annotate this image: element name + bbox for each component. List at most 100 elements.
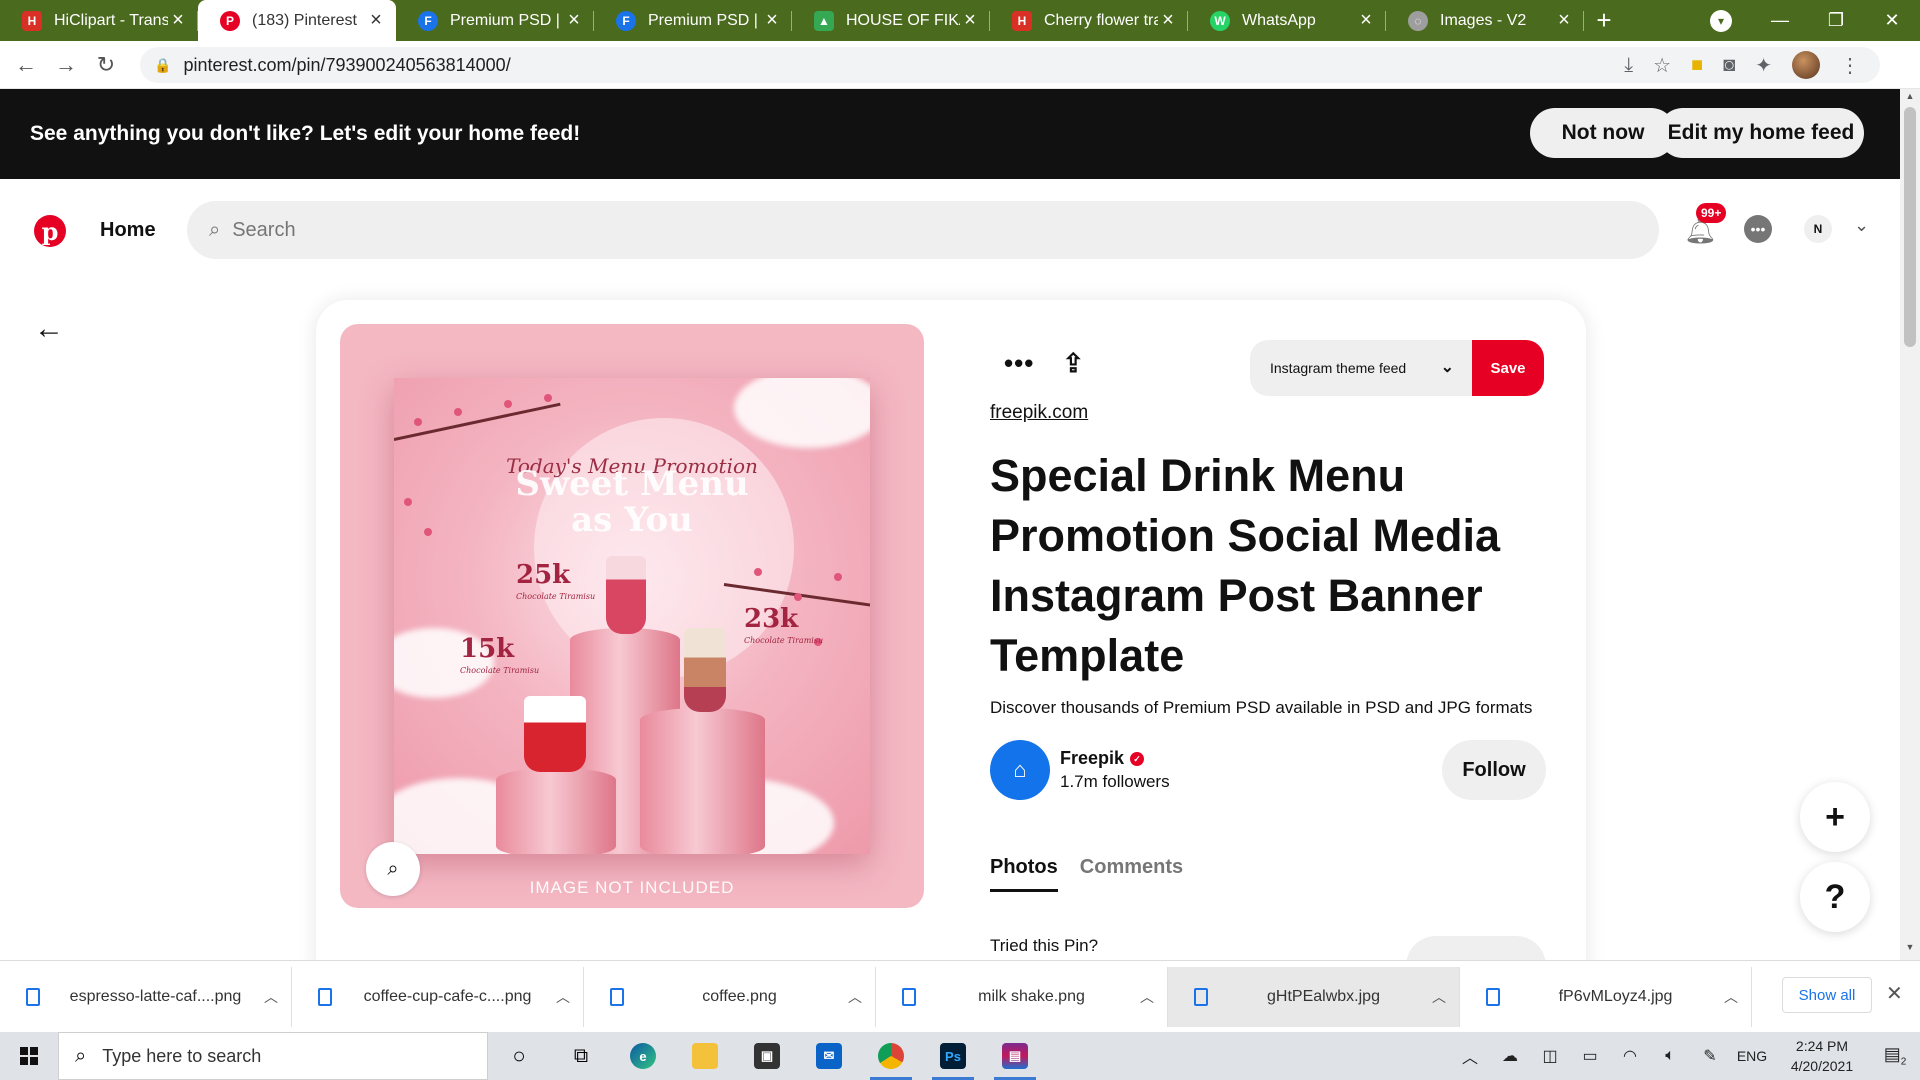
download-item[interactable]: coffee.png ︿ bbox=[584, 966, 876, 1027]
tab-premium-psd-1[interactable]: F Premium PSD | Sp × bbox=[396, 0, 594, 41]
close-tab-icon[interactable]: × bbox=[1554, 9, 1574, 32]
board-select-dropdown[interactable]: Instagram theme feed ⌄ bbox=[1250, 340, 1472, 396]
address-bar[interactable]: 🔒 pinterest.com/pin/793900240563814000/ bbox=[140, 47, 1880, 83]
messages-icon[interactable]: ••• bbox=[1744, 215, 1772, 243]
tab-images-v2[interactable]: ◌ Images - V2 × bbox=[1386, 0, 1584, 41]
chevron-up-icon[interactable]: ︿ bbox=[1419, 987, 1459, 1007]
account-chevron-down-icon[interactable]: ⌄ bbox=[1854, 215, 1869, 236]
help-button[interactable]: ? bbox=[1800, 862, 1870, 932]
winrar-icon[interactable]: ▤ bbox=[984, 1032, 1046, 1080]
show-all-button[interactable]: Show all bbox=[1782, 977, 1872, 1013]
chevron-up-icon[interactable]: ︿ bbox=[835, 987, 875, 1007]
chevron-up-icon[interactable]: ︿ bbox=[543, 987, 583, 1007]
taskbar-apps: ○ ⧉ e ▣ ✉ Ps ▤ bbox=[488, 1032, 1046, 1080]
action-center-icon[interactable]: ▤2 bbox=[1870, 1044, 1920, 1068]
tab-comments[interactable]: Comments bbox=[1080, 856, 1183, 892]
meet-now-icon[interactable]: ◫ bbox=[1530, 1046, 1570, 1066]
scroll-down-icon[interactable]: ▼ bbox=[1900, 942, 1920, 958]
back-arrow-icon[interactable]: ← bbox=[34, 312, 64, 346]
create-plus-button[interactable]: + bbox=[1800, 782, 1870, 852]
download-item[interactable]: espresso-latte-caf....png ︿ bbox=[0, 966, 292, 1027]
close-tab-icon[interactable]: × bbox=[1158, 9, 1178, 32]
close-shelf-icon[interactable]: ✕ bbox=[1886, 981, 1903, 1006]
download-item[interactable]: milk shake.png ︿ bbox=[876, 966, 1168, 1027]
tab-hiclipart[interactable]: H HiClipart - Transpa × bbox=[0, 0, 198, 41]
extension-lock-icon[interactable]: ■ bbox=[1691, 54, 1703, 77]
tab-premium-psd-2[interactable]: F Premium PSD | Sn × bbox=[594, 0, 792, 41]
freepik-logo-avatar[interactable]: ⌂ bbox=[990, 740, 1050, 800]
chevron-up-icon[interactable]: ︿ bbox=[251, 987, 291, 1007]
search-input[interactable]: ⌕ Search bbox=[187, 201, 1659, 259]
pen-icon[interactable]: ✎ bbox=[1690, 1046, 1730, 1066]
wifi-icon[interactable]: ◠ bbox=[1610, 1046, 1650, 1066]
close-tab-icon[interactable]: × bbox=[960, 9, 980, 32]
home-link[interactable]: Home bbox=[100, 219, 156, 242]
store-icon[interactable]: ▣ bbox=[736, 1032, 798, 1080]
whatsapp-favicon-icon: W bbox=[1210, 10, 1230, 31]
scrollbar-thumb[interactable] bbox=[1904, 107, 1916, 347]
new-tab-button[interactable]: + bbox=[1584, 0, 1624, 41]
lock-icon[interactable]: 🔒 bbox=[154, 57, 171, 74]
not-now-button[interactable]: Not now bbox=[1530, 108, 1676, 158]
battery-icon[interactable]: ▭ bbox=[1570, 1046, 1610, 1066]
chrome-icon[interactable] bbox=[860, 1032, 922, 1080]
download-filename: fP6vMLoyz4.jpg bbox=[1558, 987, 1673, 1005]
edit-home-feed-button[interactable]: Edit my home feed bbox=[1658, 108, 1864, 158]
page-scrollbar[interactable]: ▲ ▼ bbox=[1900, 89, 1920, 960]
close-tab-icon[interactable]: × bbox=[564, 9, 584, 32]
forward-icon[interactable]: → bbox=[46, 45, 86, 85]
bookmark-star-icon[interactable]: ☆ bbox=[1653, 53, 1671, 78]
tab-search-icon[interactable]: ▾ bbox=[1710, 10, 1732, 32]
tab-pinterest[interactable]: P (183) Pinterest × bbox=[198, 0, 396, 41]
onedrive-icon[interactable]: ☁ bbox=[1490, 1046, 1530, 1066]
download-item[interactable]: coffee-cup-cafe-c....png ︿ bbox=[292, 966, 584, 1027]
creator-name[interactable]: Freepik ✓ bbox=[1060, 748, 1145, 769]
task-view-icon[interactable]: ⧉ bbox=[550, 1032, 612, 1080]
more-options-icon[interactable]: ••• bbox=[1004, 348, 1034, 379]
show-hidden-icons-icon[interactable]: ︿ bbox=[1450, 1044, 1490, 1068]
chevron-up-icon[interactable]: ︿ bbox=[1127, 987, 1167, 1007]
taskbar-search-input[interactable]: ⌕ Type here to search bbox=[58, 1032, 488, 1080]
start-button[interactable] bbox=[0, 1032, 58, 1080]
pin-image[interactable]: Today's Menu Promotion Sweet Menu as You… bbox=[340, 324, 924, 908]
close-tab-icon[interactable]: × bbox=[1356, 9, 1376, 32]
visual-search-lens-icon[interactable]: ⌕ bbox=[366, 842, 420, 896]
reload-icon[interactable]: ↻ bbox=[86, 45, 126, 85]
mail-icon[interactable]: ✉ bbox=[798, 1032, 860, 1080]
source-link[interactable]: freepik.com bbox=[990, 402, 1088, 424]
clock[interactable]: 2:24 PM 4/20/2021 bbox=[1774, 1036, 1870, 1076]
pinterest-logo-icon[interactable]: p bbox=[34, 215, 66, 247]
edge-icon[interactable]: e bbox=[612, 1032, 674, 1080]
extensions-puzzle-icon[interactable]: ✦ bbox=[1755, 53, 1772, 78]
tab-cherry-flower[interactable]: H Cherry flower tran × bbox=[990, 0, 1188, 41]
close-tab-icon[interactable]: × bbox=[168, 9, 188, 32]
close-tab-icon[interactable]: × bbox=[762, 9, 782, 32]
user-avatar[interactable]: N bbox=[1804, 215, 1832, 243]
profile-avatar[interactable] bbox=[1792, 51, 1820, 79]
language-indicator[interactable]: ENG bbox=[1730, 1048, 1774, 1064]
tab-house-of-fika[interactable]: ▲ HOUSE OF FIKA - × bbox=[792, 0, 990, 41]
photoshop-icon[interactable]: Ps bbox=[922, 1032, 984, 1080]
follow-button[interactable]: Follow bbox=[1442, 740, 1546, 800]
scroll-up-icon[interactable]: ▲ bbox=[1900, 91, 1920, 107]
download-filename: coffee-cup-cafe-c....png bbox=[363, 987, 532, 1005]
close-tab-icon[interactable]: × bbox=[366, 9, 386, 32]
tab-photos[interactable]: Photos bbox=[990, 856, 1058, 892]
save-button[interactable]: Save bbox=[1472, 340, 1544, 396]
minimize-icon[interactable]: — bbox=[1752, 10, 1808, 31]
install-icon[interactable]: ⤓ bbox=[1624, 54, 1633, 77]
restore-icon[interactable]: ❐ bbox=[1808, 10, 1864, 31]
chevron-up-icon[interactable]: ︿ bbox=[1711, 987, 1751, 1007]
camera-extension-icon[interactable]: ◙ bbox=[1723, 54, 1735, 77]
download-item[interactable]: gHtPEalwbx.jpg ︿ bbox=[1168, 966, 1460, 1027]
toolbar-actions: ⤓ ☆ ■ ◙ ✦ ⋮ bbox=[1624, 51, 1860, 79]
chrome-menu-icon[interactable]: ⋮ bbox=[1840, 53, 1860, 78]
close-window-icon[interactable]: ✕ bbox=[1864, 10, 1920, 31]
volume-icon[interactable]: 🔈︎ bbox=[1650, 1047, 1690, 1065]
download-item[interactable]: fP6vMLoyz4.jpg ︿ bbox=[1460, 966, 1752, 1027]
back-icon[interactable]: ← bbox=[6, 45, 46, 85]
file-explorer-icon[interactable] bbox=[674, 1032, 736, 1080]
cortana-icon[interactable]: ○ bbox=[488, 1032, 550, 1080]
share-upload-icon[interactable]: ⇪ bbox=[1062, 348, 1084, 379]
tab-whatsapp[interactable]: W WhatsApp × bbox=[1188, 0, 1386, 41]
